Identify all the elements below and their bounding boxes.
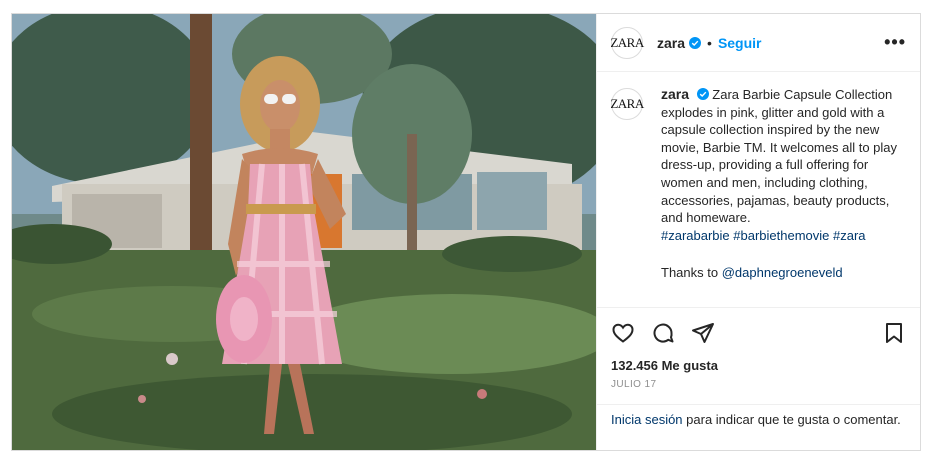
caption-username[interactable]: zara <box>661 86 689 102</box>
caption-avatar[interactable]: ZARA <box>610 88 644 120</box>
caption: zara Zara Barbie Capsule Collection expl… <box>661 86 901 307</box>
verified-badge-icon <box>696 88 709 100</box>
caption-thanks: Thanks to @daphnegroeneveld <box>661 264 901 282</box>
action-bar <box>597 308 920 358</box>
login-prompt: Inicia sesión para indicar que te gusta … <box>597 404 920 450</box>
caption-hashtags[interactable]: #zarabarbie #barbiethemovie #zara <box>661 227 901 245</box>
username-link[interactable]: zara <box>657 35 685 51</box>
avatar[interactable]: ZARA <box>610 26 644 59</box>
instagram-post: ZARA zara • Seguir ••• ZARA zara Zara Ba… <box>11 13 921 451</box>
bookmark-icon[interactable] <box>882 321 906 345</box>
comment-icon[interactable] <box>651 321 675 345</box>
post-date[interactable]: JULIO 17 <box>597 373 920 390</box>
likes-count[interactable]: 132.456 Me gusta <box>597 358 920 373</box>
login-link[interactable]: Inicia sesión <box>611 412 683 427</box>
follow-button[interactable]: Seguir <box>718 35 762 51</box>
heart-icon[interactable] <box>611 321 635 345</box>
verified-badge-icon <box>689 36 702 49</box>
photo-scene <box>12 14 596 450</box>
more-options-icon[interactable]: ••• <box>884 32 906 53</box>
thanks-prefix: Thanks to <box>661 265 719 281</box>
post-sidebar: ZARA zara • Seguir ••• ZARA zara Zara Ba… <box>596 14 920 450</box>
caption-text: Zara Barbie Capsule Collection explodes … <box>661 87 898 226</box>
separator-dot: • <box>707 34 712 51</box>
paper-plane-icon[interactable] <box>691 321 715 345</box>
comments-section[interactable]: ZARA zara Zara Barbie Capsule Collection… <box>597 72 920 308</box>
post-header: ZARA zara • Seguir ••• <box>597 14 920 72</box>
login-prompt-text: para indicar que te gusta o comentar. <box>682 412 901 427</box>
post-photo[interactable] <box>12 14 596 450</box>
mention-link[interactable]: @daphnegroeneveld <box>722 265 843 280</box>
